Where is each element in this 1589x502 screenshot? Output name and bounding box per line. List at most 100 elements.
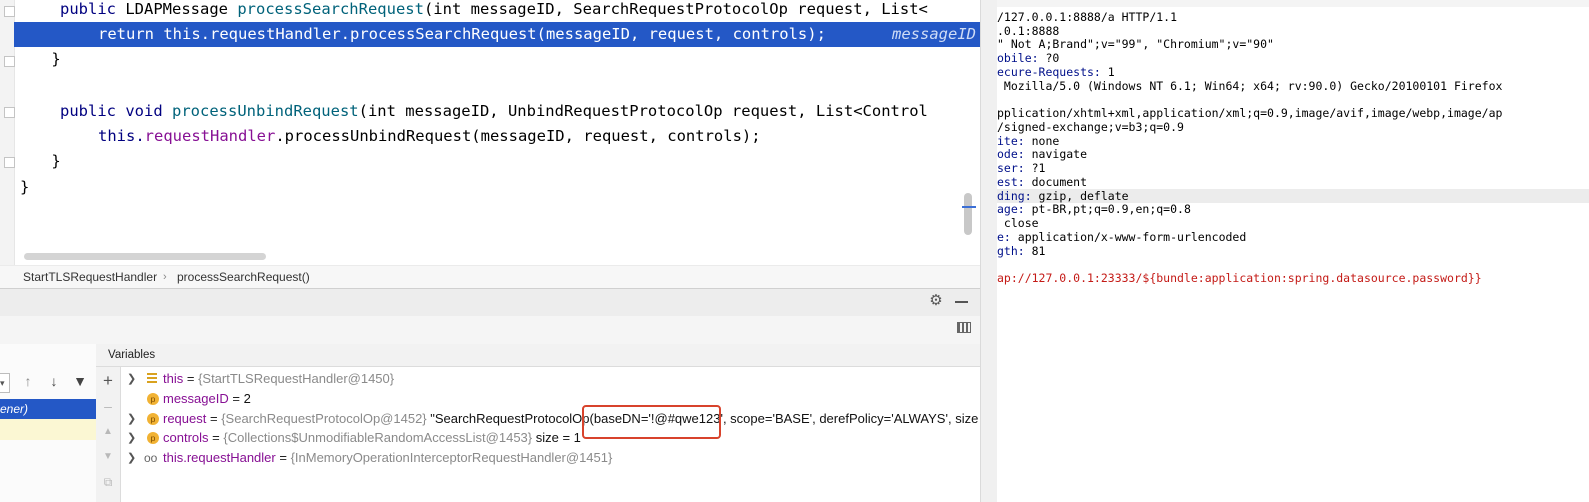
inline-debug-value: messageID <box>892 25 976 43</box>
http-header-key: gth: <box>997 244 1025 258</box>
variables-title-bar: Variables <box>96 344 980 367</box>
debug-toolbar <box>0 316 980 344</box>
down-icon[interactable]: ▼ <box>100 449 116 465</box>
code-line[interactable]: public LDAPMessage processSearchRequest(… <box>14 0 980 22</box>
filter-icon[interactable]: ▼ <box>72 373 88 389</box>
frame-item[interactable] <box>0 419 96 440</box>
http-header-value: Mozilla/5.0 (Windows NT 6.1; Win64; x64;… <box>997 79 1503 93</box>
http-header-key: ecure-Requests: <box>997 65 1101 79</box>
http-line: est: document <box>997 175 1589 189</box>
down-icon[interactable]: ↓ <box>46 373 62 389</box>
breadcrumb-item-class[interactable]: StartTLSRequestHandler <box>23 266 157 288</box>
code-line[interactable]: } <box>14 47 980 72</box>
http-header-key: age: <box>997 202 1025 216</box>
code-editor[interactable]: public LDAPMessage processSearchRequest(… <box>0 0 980 265</box>
http-header-value: ?1 <box>1024 161 1046 175</box>
http-line: gth: 81 <box>997 244 1589 258</box>
variable-row[interactable]: ❯ p request = {SearchRequestProtocolOp@1… <box>121 409 979 429</box>
panel-divider[interactable] <box>980 0 998 502</box>
http-header-key: ite: <box>997 134 1025 148</box>
code-text: } <box>14 50 61 68</box>
chevron-right-icon[interactable]: ❯ <box>127 409 136 429</box>
up-icon[interactable]: ▲ <box>100 424 116 440</box>
http-line: pplication/xhtml+xml,application/xml;q=0… <box>997 106 1589 120</box>
variable-row[interactable]: ❯ this = {StartTLSRequestHandler@1450} <box>121 369 979 389</box>
parameter-icon: p <box>147 393 159 405</box>
editor-gutter <box>0 0 15 265</box>
variable-type: {SearchRequestProtocolOp@1452} <box>221 411 427 426</box>
chevron-right-icon[interactable]: ❯ <box>127 369 136 389</box>
http-header-value: /127.0.0.1:8888/a HTTP/1.1 <box>997 10 1178 24</box>
variable-row[interactable]: p messageID = 2 <box>121 389 979 409</box>
http-line: ecure-Requests: 1 <box>997 65 1589 79</box>
gear-icon[interactable]: ⚙ <box>928 293 944 309</box>
http-body-value: ap://127.0.0.1:23333/${bundle:applicatio… <box>997 271 1482 285</box>
http-line: /127.0.0.1:8888/a HTTP/1.1 <box>997 10 1589 24</box>
http-header-value: application/x-www-form-urlencoded <box>1010 230 1247 244</box>
code-field: requestHandler <box>144 127 276 145</box>
code-method-name: processUnbindRequest <box>172 102 359 120</box>
code-line-highlighted[interactable]: return this.requestHandler.processSearch… <box>14 22 980 47</box>
code-line[interactable]: } <box>14 149 980 174</box>
http-header-key: est: <box>997 175 1025 189</box>
layout-icon[interactable] <box>957 322 971 333</box>
chevron-right-icon[interactable]: ❯ <box>127 448 136 468</box>
chevron-right-icon: › <box>163 271 167 283</box>
variable-equals: = <box>275 450 291 465</box>
code-line[interactable]: } <box>14 175 980 200</box>
variable-name: this <box>163 371 184 386</box>
variable-type: {InMemoryOperationInterceptorRequestHand… <box>290 450 613 465</box>
variable-equals: = <box>228 391 244 406</box>
breadcrumb-item-method[interactable]: processSearchRequest() <box>177 266 310 288</box>
copy-icon[interactable]: ⧉ <box>100 474 116 490</box>
http-line <box>997 257 1589 271</box>
http-header-value: 1 <box>1100 65 1115 79</box>
http-header-value: /signed-exchange;v=b3;q=0.9 <box>997 120 1184 134</box>
minimize-icon[interactable] <box>955 301 968 303</box>
code-type: LDAPMessage <box>116 0 238 18</box>
horizontal-scrollbar[interactable] <box>24 253 266 260</box>
http-line: age: pt-BR,pt;q=0.9,en;q=0.8 <box>997 202 1589 216</box>
code-keyword: return <box>98 25 154 43</box>
variable-row[interactable]: ❯ oo this.requestHandler = {InMemoryOper… <box>121 448 979 468</box>
code-line[interactable] <box>14 72 980 97</box>
debug-panel-header: ⚙ <box>0 288 980 317</box>
variable-name: request <box>163 411 207 426</box>
http-line-highlighted: ding: gzip, deflate <box>997 189 1589 203</box>
add-icon[interactable]: + <box>100 372 116 389</box>
code-field: requestHandler <box>210 25 341 43</box>
http-line: ode: navigate <box>997 147 1589 161</box>
annotation-highlight-box <box>582 405 721 439</box>
code-line[interactable]: this.requestHandler.processUnbindRequest… <box>14 124 980 149</box>
frame-label: ener) <box>0 402 29 416</box>
code-line[interactable]: public void processUnbindRequest(int mes… <box>14 99 980 124</box>
up-icon[interactable]: ↑ <box>20 373 36 389</box>
http-header-value: navigate <box>1024 147 1088 161</box>
code-text: (int messageID, SearchRequestProtocolOp … <box>423 0 928 18</box>
code-method-name: processSearchRequest <box>237 0 424 18</box>
http-request-panel[interactable]: /127.0.0.1:8888/a HTTP/1.1 .0.1:8888 " N… <box>997 0 1589 502</box>
variable-row[interactable]: ❯ p controls = {Collections$Unmodifiable… <box>121 428 979 448</box>
parameter-icon: p <box>147 413 159 425</box>
http-line: close <box>997 216 1589 230</box>
http-header-value: " Not A;Brand";v="99", "Chromium";v="90" <box>997 37 1274 51</box>
http-line: " Not A;Brand";v="99", "Chromium";v="90" <box>997 37 1589 51</box>
parameter-icon: p <box>147 432 159 444</box>
variable-value: size = 1 <box>532 430 581 445</box>
http-header-key: e: <box>997 230 1011 244</box>
variable-name: this.requestHandler <box>163 450 276 465</box>
http-header-value: .0.1:8888 <box>997 24 1060 38</box>
http-header-value: close <box>997 216 1039 230</box>
http-header-value: ?0 <box>1038 51 1060 65</box>
remove-icon[interactable]: – <box>100 398 116 414</box>
http-header-value: pt-BR,pt;q=0.9,en;q=0.8 <box>1024 202 1191 216</box>
http-line: .0.1:8888 <box>997 24 1589 38</box>
chevron-right-icon[interactable]: ❯ <box>127 428 136 448</box>
code-text: } <box>20 178 30 196</box>
thread-dropdown[interactable]: ▾ <box>0 373 10 393</box>
frame-item-selected[interactable]: ener) <box>0 399 96 419</box>
http-line: obile: ?0 <box>997 51 1589 65</box>
http-header-key: ser: <box>997 161 1025 175</box>
variable-name: messageID <box>163 391 229 406</box>
vertical-scrollbar[interactable] <box>964 193 972 235</box>
